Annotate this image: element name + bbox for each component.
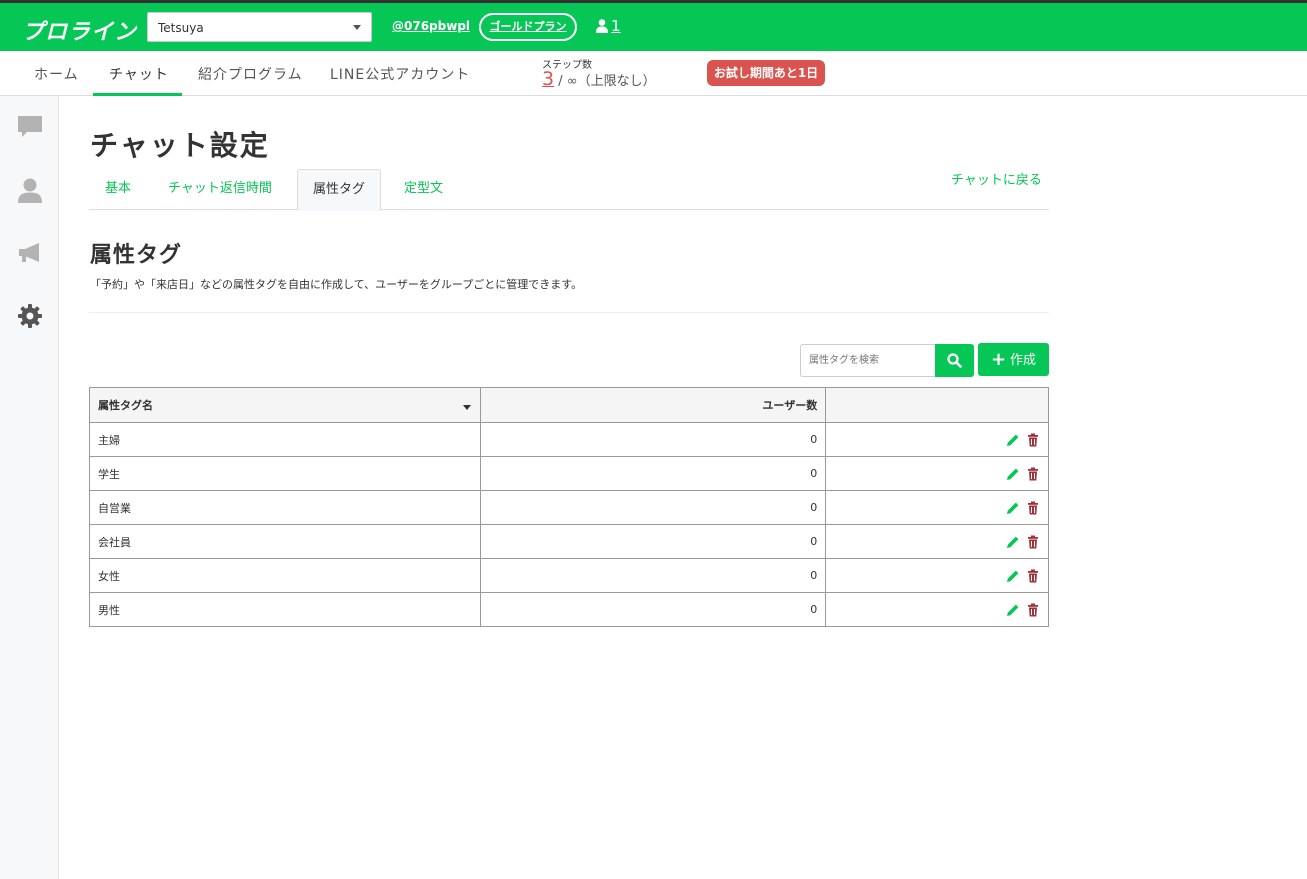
table-header-row: 属性タグ名 ユーザー数 (89, 387, 1049, 423)
person-icon (596, 19, 608, 33)
table-row: 学生 0 (89, 456, 1049, 491)
settings-tabs: 基本 チャット返信時間 属性タグ 定型文 (89, 169, 1049, 211)
main-nav: ホーム チャット 紹介プログラム LINE公式アカウント ステップ数 3 / ∞… (0, 51, 1307, 96)
edit-pencil-icon[interactable] (1006, 433, 1020, 447)
account-select[interactable]: Tetsuya (147, 12, 372, 42)
search-button[interactable] (935, 344, 974, 377)
page-title: チャット設定 (90, 129, 270, 162)
user-count-cell: 0 (479, 456, 827, 491)
chevron-down-icon (353, 25, 361, 30)
top-header: プロライン Tetsuya @076pbwpl ゴールドプラン 1 (0, 3, 1307, 51)
plan-badge[interactable]: ゴールドプラン (479, 13, 577, 41)
tag-name-cell: 会社員 (89, 524, 481, 559)
actions-cell (825, 524, 1049, 559)
table-row: 自営業 0 (89, 490, 1049, 525)
app-logo[interactable]: プロライン (22, 14, 137, 46)
nav-referral-program[interactable]: 紹介プログラム (198, 64, 303, 84)
tag-search-input[interactable] (800, 344, 936, 377)
delete-trash-icon[interactable] (1026, 467, 1040, 481)
tag-name-cell: 女性 (89, 558, 481, 593)
column-header-tag-name[interactable]: 属性タグ名 (89, 387, 481, 423)
actions-cell (825, 592, 1049, 627)
tab-attribute-tags[interactable]: 属性タグ (297, 169, 382, 211)
table-row: 男性 0 (89, 592, 1049, 627)
edit-pencil-icon[interactable] (1006, 569, 1020, 583)
user-icon[interactable] (17, 177, 43, 203)
line-id-link[interactable]: @076pbwpl (392, 19, 470, 33)
search-icon (947, 353, 962, 368)
delete-trash-icon[interactable] (1026, 603, 1040, 617)
tag-name-cell: 主婦 (89, 422, 481, 457)
actions-cell (825, 490, 1049, 525)
edit-pencil-icon[interactable] (1006, 535, 1020, 549)
edit-pencil-icon[interactable] (1006, 467, 1020, 481)
table-row: 主婦 0 (89, 422, 1049, 457)
sidebar (0, 96, 59, 879)
edit-pencil-icon[interactable] (1006, 501, 1020, 515)
nav-active-indicator (93, 93, 182, 96)
sort-caret-icon (462, 405, 471, 410)
create-button-label: 作成 (1010, 353, 1037, 368)
actions-cell (825, 456, 1049, 491)
user-count-cell: 0 (479, 592, 827, 627)
table-row: 会社員 0 (89, 524, 1049, 559)
actions-cell (825, 558, 1049, 593)
nav-chat[interactable]: チャット (109, 64, 169, 84)
attribute-tag-table: 属性タグ名 ユーザー数 主婦 0 学生 0 自営業 0 会社員 0 女性 0 男性 0 (89, 387, 1049, 627)
column-header-actions (825, 387, 1049, 423)
create-tag-button[interactable]: + 作成 (978, 343, 1049, 376)
tag-name-cell: 自営業 (89, 490, 481, 525)
user-count-cell: 0 (479, 490, 827, 525)
tab-template-text[interactable]: 定型文 (389, 169, 458, 210)
step-count-value: 3 / ∞（上限なし） (542, 68, 656, 90)
gear-icon[interactable] (17, 303, 43, 329)
actions-cell (825, 422, 1049, 457)
section-divider (89, 312, 1049, 313)
step-limit: / ∞（上限なし） (558, 74, 656, 89)
delete-trash-icon[interactable] (1026, 535, 1040, 549)
table-row: 女性 0 (89, 558, 1049, 593)
user-count-value: 1 (611, 17, 621, 35)
nav-line-official-account[interactable]: LINE公式アカウント (330, 64, 470, 84)
column-header-user-count[interactable]: ユーザー数 (479, 387, 827, 423)
delete-trash-icon[interactable] (1026, 433, 1040, 447)
account-select-value: Tetsuya (158, 21, 204, 35)
plus-icon: + (990, 349, 1007, 370)
tab-basic[interactable]: 基本 (90, 169, 146, 210)
nav-home[interactable]: ホーム (34, 64, 79, 84)
trial-period-badge: お試し期間あと1日 (707, 60, 825, 86)
delete-trash-icon[interactable] (1026, 501, 1040, 515)
user-count-cell: 0 (479, 422, 827, 457)
tag-name-cell: 男性 (89, 592, 481, 627)
edit-pencil-icon[interactable] (1006, 603, 1020, 617)
column-header-tag-name-label: 属性タグ名 (98, 399, 153, 412)
delete-trash-icon[interactable] (1026, 569, 1040, 583)
back-to-chat-link[interactable]: チャットに戻る (951, 169, 1042, 188)
user-count-cell: 0 (479, 558, 827, 593)
section-title: 属性タグ (90, 243, 183, 268)
megaphone-icon[interactable] (17, 240, 43, 266)
table-body: 主婦 0 学生 0 自営業 0 会社員 0 女性 0 男性 0 (89, 422, 1049, 627)
chat-bubble-icon[interactable] (17, 114, 43, 140)
tag-name-cell: 学生 (89, 456, 481, 491)
user-count-cell: 0 (479, 524, 827, 559)
tab-chat-reply-time[interactable]: チャット返信時間 (153, 169, 287, 210)
user-count-link[interactable]: 1 (596, 17, 621, 35)
section-description: 「予約」や「来店日」などの属性タグを自由に作成して、ユーザーをグループごとに管理… (90, 278, 583, 291)
step-current[interactable]: 3 (542, 68, 554, 90)
